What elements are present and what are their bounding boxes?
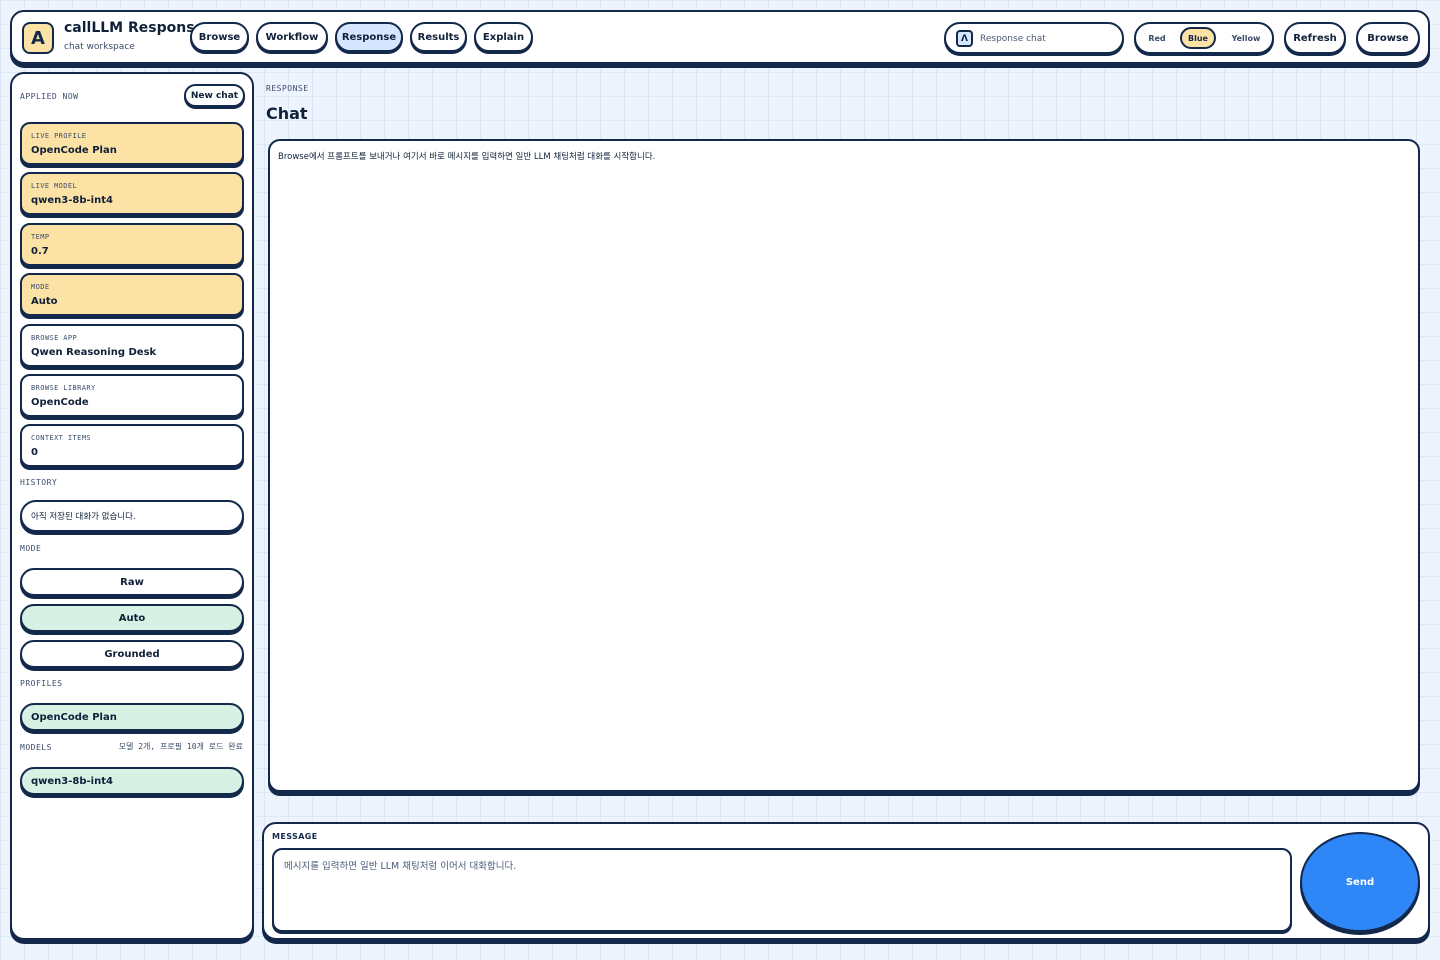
theme-yellow[interactable]: Yellow (1224, 27, 1268, 49)
models-label: MODELS (20, 743, 52, 752)
app-title: callLLM Response (64, 20, 205, 36)
card-key: BROWSE LIBRARY (31, 384, 96, 392)
lambda-icon: Λ (956, 30, 973, 47)
card-value: Auto (31, 296, 58, 307)
card-value: OpenCode Plan (31, 145, 117, 156)
message-label: MESSAGE (272, 832, 318, 841)
search-box[interactable]: Λ (944, 22, 1124, 54)
profile-item[interactable]: OpenCode Plan (20, 703, 244, 731)
tab-explain[interactable]: Explain (474, 22, 533, 52)
section-eyebrow: RESPONSE (266, 84, 309, 93)
card-browse-library: BROWSE LIBRARY OpenCode (20, 374, 244, 417)
chat-transcript: Browse에서 프롬프트를 보내거나 여기서 바로 메시지를 입력하면 일반 … (268, 139, 1420, 792)
tab-results[interactable]: Results (410, 22, 467, 52)
mode-grounded-button[interactable]: Grounded (20, 640, 244, 668)
tab-response[interactable]: Response (335, 22, 403, 52)
theme-switcher: Red Blue Yellow (1134, 22, 1274, 54)
new-chat-button[interactable]: New chat (184, 84, 245, 107)
card-temp: TEMP 0.7 (20, 223, 244, 266)
theme-blue[interactable]: Blue (1180, 27, 1216, 49)
card-context-items: CONTEXT ITEMS 0 (20, 424, 244, 467)
theme-red[interactable]: Red (1140, 27, 1174, 49)
card-live-model: LIVE MODEL qwen3-8b-int4 (20, 172, 244, 215)
card-live-profile: LIVE PROFILE OpenCode Plan (20, 122, 244, 165)
card-value: OpenCode (31, 397, 89, 408)
app-subtitle: chat workspace (64, 42, 135, 52)
profiles-label: PROFILES (20, 679, 63, 688)
page-title: Chat (266, 104, 308, 123)
refresh-button[interactable]: Refresh (1284, 22, 1346, 54)
card-key: LIVE PROFILE (31, 132, 87, 140)
tab-browse[interactable]: Browse (190, 22, 249, 52)
search-input[interactable] (980, 29, 1120, 49)
applied-now-label: APPLIED NOW (20, 92, 79, 101)
chat-empty-message: Browse에서 프롬프트를 보내거나 여기서 바로 메시지를 입력하면 일반 … (278, 152, 656, 162)
card-key: MODE (31, 283, 50, 291)
card-value: Qwen Reasoning Desk (31, 347, 157, 358)
browse-button[interactable]: Browse (1356, 22, 1420, 54)
sidebar: APPLIED NOW New chat LIVE PROFILE OpenCo… (10, 72, 254, 940)
card-browse-app: BROWSE APP Qwen Reasoning Desk (20, 324, 244, 367)
history-empty-item: 아직 저장된 대화가 없습니다. (20, 500, 244, 532)
mode-label: MODE (20, 544, 42, 553)
message-input[interactable] (272, 848, 1292, 932)
send-button[interactable]: Send (1300, 832, 1420, 932)
card-mode: MODE Auto (20, 273, 244, 316)
card-key: TEMP (31, 233, 50, 241)
top-bar: A callLLM Response chat workspace Browse… (10, 10, 1430, 64)
message-composer: MESSAGE Send (262, 822, 1430, 940)
history-label: HISTORY (20, 478, 58, 487)
tab-workflow[interactable]: Workflow (256, 22, 328, 52)
mode-auto-button[interactable]: Auto (20, 604, 244, 632)
card-key: CONTEXT ITEMS (31, 434, 91, 442)
card-value: 0 (31, 447, 38, 458)
mode-raw-button[interactable]: Raw (20, 568, 244, 596)
card-key: LIVE MODEL (31, 182, 78, 190)
model-item[interactable]: qwen3-8b-int4 (20, 767, 244, 795)
app-logo-icon: A (22, 22, 54, 54)
card-value: qwen3-8b-int4 (31, 195, 113, 206)
models-status-text: 모델 2개, 프로필 10개 로드 완료 (118, 742, 243, 751)
card-key: BROWSE APP (31, 334, 78, 342)
card-value: 0.7 (31, 246, 49, 257)
